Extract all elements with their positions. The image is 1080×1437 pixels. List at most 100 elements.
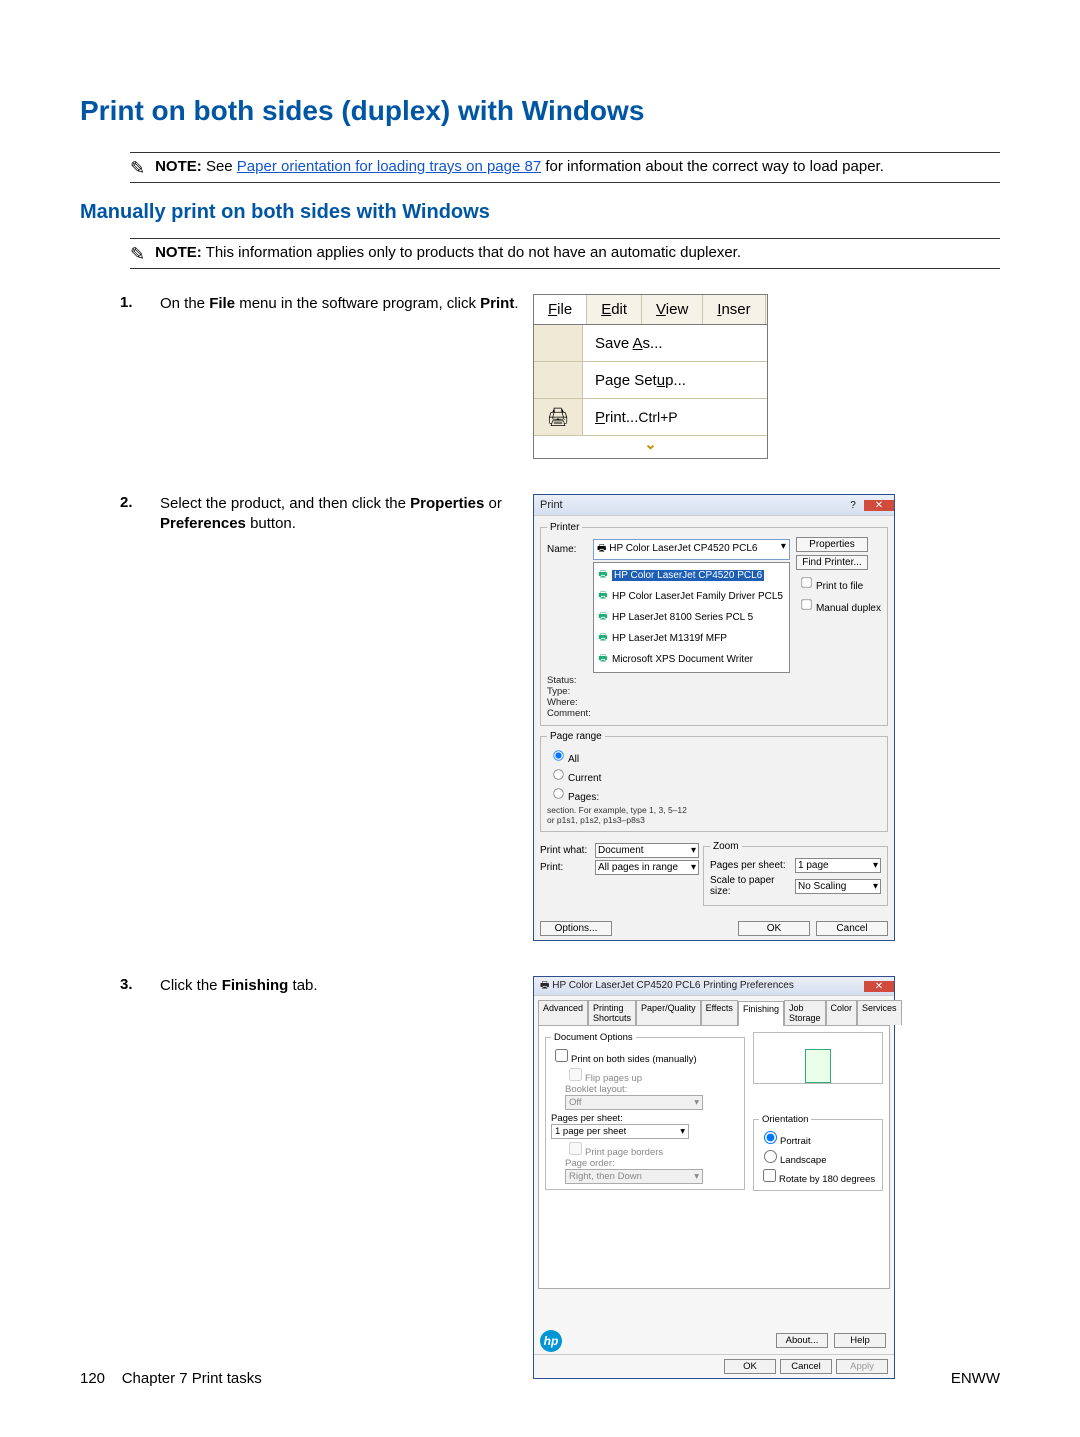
step-3: 3. Click the Finishing tab. 🖶 HP Color L… <box>80 976 1000 1379</box>
properties-button[interactable]: Properties <box>796 537 868 552</box>
menu-item-pagesetup[interactable]: Page Setup... <box>534 362 767 399</box>
print-label: Print: <box>540 862 595 873</box>
dialog-title: 🖶 HP Color LaserJet CP4520 PCL6 Printing… <box>534 978 864 995</box>
footer-right: ENWW <box>951 1370 1000 1387</box>
page-footer: 120 Chapter 7 Print tasks ENWW <box>80 1370 1000 1387</box>
printing-preferences-screenshot: 🖶 HP Color LaserJet CP4520 PCL6 Printing… <box>533 976 895 1379</box>
page-range-legend: Page range <box>547 731 605 742</box>
flip-pages-checkbox: Flip pages up <box>565 1073 642 1084</box>
status-label: Status: <box>547 675 577 686</box>
orientation-legend: Orientation <box>759 1114 811 1125</box>
about-button[interactable]: About... <box>776 1333 828 1348</box>
note-label: NOTE: <box>155 158 202 175</box>
close-icon[interactable]: ✕ <box>864 500 894 511</box>
step-1: 1. On the File menu in the software prog… <box>80 294 1000 459</box>
hp-logo-icon: hp <box>540 1330 562 1352</box>
options-button[interactable]: Options... <box>540 921 612 936</box>
pps-label: Pages per sheet: <box>710 860 795 871</box>
printer-option[interactable]: 🖶HP LaserJet 8100 Series PCL 5 <box>594 607 789 628</box>
tab-color[interactable]: Color <box>826 1000 858 1025</box>
expand-icon[interactable]: ⌄ <box>534 436 767 458</box>
print-select[interactable]: All pages in range▾ <box>595 860 699 875</box>
find-printer-button[interactable]: Find Printer... <box>796 555 868 570</box>
note-text: This information applies only to product… <box>206 244 741 261</box>
step-number: 2. <box>120 494 160 511</box>
scale-label: Scale to paper size: <box>710 875 795 897</box>
printer-legend: Printer <box>547 522 582 533</box>
note-pre: See <box>206 158 237 175</box>
step-2: 2. Select the product, and then click th… <box>80 494 1000 941</box>
print-both-sides-checkbox[interactable]: Print on both sides (manually) <box>551 1054 697 1065</box>
saveas-iconcol <box>534 325 583 361</box>
cancel-button[interactable]: Cancel <box>816 921 888 936</box>
range-hint: section. For example, type 1, 3, 5–12or … <box>547 805 881 825</box>
tab-paperquality[interactable]: Paper/Quality <box>636 1000 701 1025</box>
pps-label: Pages per sheet: <box>551 1113 739 1124</box>
printer-option[interactable]: 🖶HP Color LaserJet Family Driver PCL5 <box>594 586 789 607</box>
tab-shortcuts[interactable]: Printing Shortcuts <box>588 1000 636 1025</box>
rotate-180-checkbox[interactable]: Rotate by 180 degrees <box>759 1174 875 1185</box>
step-number: 3. <box>120 976 160 993</box>
steps-list: 1. On the File menu in the software prog… <box>80 294 1000 1379</box>
menu-edit[interactable]: Edit <box>587 295 642 324</box>
pagesetup-iconcol <box>534 362 583 398</box>
booklet-label: Booklet layout: <box>565 1084 739 1095</box>
manual-duplex-checkbox[interactable]: Manual duplex <box>796 595 881 614</box>
ok-button[interactable]: OK <box>738 921 810 936</box>
dialog-title: Print <box>534 499 842 511</box>
note-2: ✎ NOTE: This information applies only to… <box>130 238 1000 269</box>
close-icon[interactable]: ✕ <box>864 981 894 992</box>
printer-select[interactable]: 🖶 HP Color LaserJet CP4520 PCL6▾ <box>593 539 790 560</box>
step-text: On the File menu in the software program… <box>160 294 533 314</box>
menu-item-print[interactable]: 🖨 Print...Ctrl+P <box>534 399 767 436</box>
menu-item-saveas[interactable]: Save As... <box>534 325 767 362</box>
tab-jobstorage[interactable]: Job Storage <box>784 1000 826 1025</box>
print-dialog-screenshot: Print ? ✕ Printer Name: <box>533 494 895 941</box>
note-post: for information about the correct way to… <box>545 158 884 175</box>
pps-select[interactable]: 1 page per sheet▾ <box>551 1124 689 1139</box>
where-label: Where: <box>547 697 578 708</box>
file-menu-screenshot: File Edit View Inser Save As... Page Set… <box>533 294 768 459</box>
range-pages[interactable]: Pages: <box>547 792 599 803</box>
scale-select[interactable]: No Scaling▾ <box>795 879 881 894</box>
section-title: Print on both sides (duplex) with Window… <box>80 95 1000 127</box>
zoom-legend: Zoom <box>710 841 742 852</box>
menu-insert[interactable]: Inser <box>703 295 765 324</box>
printer-option[interactable]: 🖶HP Color LaserJet CP4520 PCL6 <box>594 565 789 586</box>
menu-view[interactable]: View <box>642 295 703 324</box>
preview-icon <box>753 1032 883 1084</box>
step-text: Click the Finishing tab. <box>160 976 533 996</box>
tab-advanced[interactable]: Advanced <box>538 1000 588 1025</box>
comment-label: Comment: <box>547 708 591 719</box>
printer-icon: 🖨 <box>534 399 583 435</box>
printwhat-label: Print what: <box>540 845 595 856</box>
printwhat-select[interactable]: Document▾ <box>595 843 699 858</box>
type-label: Type: <box>547 686 570 697</box>
tab-effects[interactable]: Effects <box>701 1000 738 1025</box>
print-to-file-checkbox[interactable]: Print to file <box>796 573 881 592</box>
help-button[interactable]: Help <box>834 1333 886 1348</box>
menu-file[interactable]: File <box>534 295 587 324</box>
note-icon: ✎ <box>130 244 145 265</box>
pageorder-select: Right, then Down▾ <box>565 1169 703 1184</box>
note-label: NOTE: <box>155 244 202 261</box>
step-number: 1. <box>120 294 160 311</box>
note-1: ✎ NOTE: See Paper orientation for loadin… <box>130 152 1000 183</box>
orientation-portrait[interactable]: Portrait <box>759 1136 811 1147</box>
note-link[interactable]: Paper orientation for loading trays on p… <box>237 158 541 175</box>
pps-select[interactable]: 1 page▾ <box>795 858 881 873</box>
tab-finishing[interactable]: Finishing <box>738 1001 784 1026</box>
tab-services[interactable]: Services <box>857 1000 902 1025</box>
range-all[interactable]: All <box>547 754 579 765</box>
docopts-legend: Document Options <box>551 1032 636 1043</box>
printer-option[interactable]: 🖶HP LaserJet M1319f MFP <box>594 628 789 649</box>
printer-option[interactable]: 🖶Microsoft XPS Document Writer <box>594 649 789 670</box>
name-label: Name: <box>547 544 593 555</box>
subsection-title: Manually print on both sides with Window… <box>80 201 1000 224</box>
pageorder-label: Page order: <box>565 1158 739 1169</box>
chapter-label: Chapter 7 Print tasks <box>122 1370 262 1387</box>
orientation-landscape[interactable]: Landscape <box>759 1155 826 1166</box>
booklet-select: Off▾ <box>565 1095 703 1110</box>
range-current[interactable]: Current <box>547 773 601 784</box>
help-icon[interactable]: ? <box>842 500 864 511</box>
